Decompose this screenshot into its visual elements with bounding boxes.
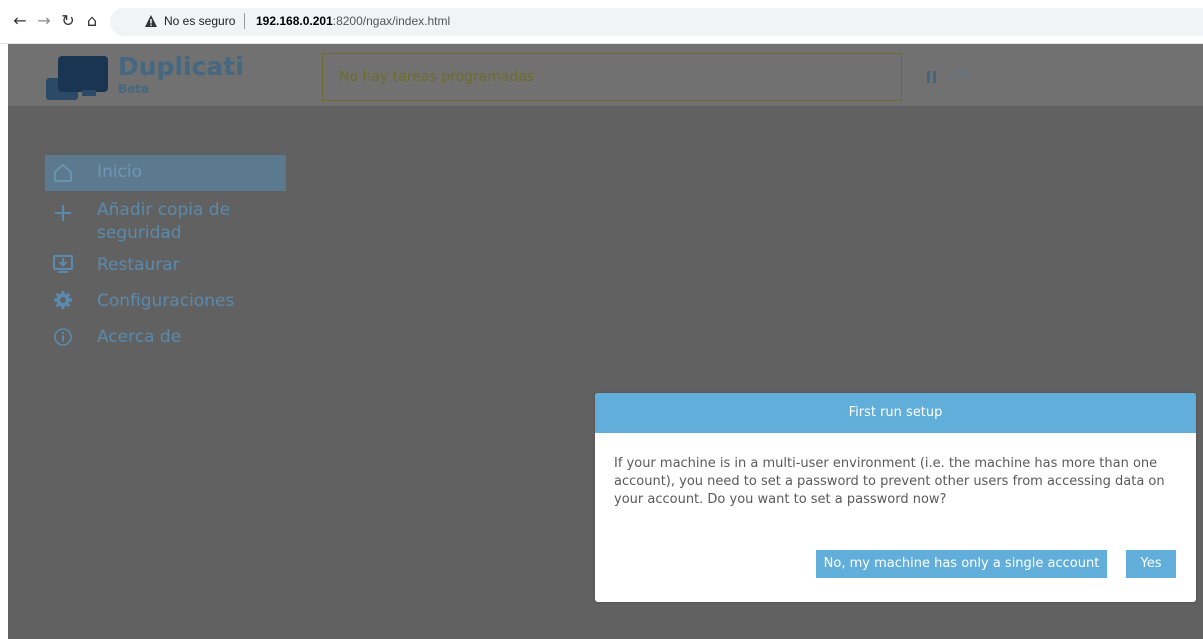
security-label: No es seguro [164,14,236,28]
brand-name: Duplicati [118,52,244,81]
sidebar-item-about[interactable]: Acerca de [45,320,286,356]
yes-button[interactable]: Yes [1126,550,1176,578]
address-bar[interactable]: No es seguro 192.168.0.201:8200/ngax/ind… [110,8,1203,36]
duplicati-logo[interactable] [46,54,112,100]
sidebar-item-label: Inicio [97,162,142,182]
browser-toolbar: ← → ↻ ⌂ No es seguro 192.168.0.201:8200/… [0,0,1203,44]
app-window: Duplicati Beta No hay tareas programadas… [8,44,1203,639]
throttle-icon[interactable] [950,68,972,82]
forward-arrow-icon[interactable]: → [34,11,54,31]
sidebar-item-label: Restaurar [97,255,180,275]
plus-icon [55,205,71,221]
dialog-title: First run setup [595,393,1196,433]
info-icon [54,328,72,346]
sidebar-item-settings[interactable]: Configuraciones [45,284,286,320]
single-account-button[interactable]: No, my machine has only a single account [816,550,1107,578]
gear-icon [54,291,72,309]
sidebar-item-label: Añadir copia de seguridad [97,200,231,243]
back-arrow-icon[interactable]: ← [10,11,30,31]
sidebar-item-label: Configuraciones [97,291,235,311]
status-text: No hay tareas programadas [339,69,535,85]
first-run-dialog: First run setup If your machine is in a … [595,393,1196,602]
status-box: No hay tareas programadas [322,53,902,101]
restore-icon [53,255,73,273]
url-host: 192.168.0.201 [256,14,333,28]
reload-icon[interactable]: ↻ [58,11,78,31]
dialog-message: If your machine is in a multi-user envir… [614,456,1165,507]
url-path: :8200/ngax/index.html [332,14,451,28]
pause-icon[interactable] [926,70,938,84]
home-button-icon[interactable]: ⌂ [82,11,102,31]
sidebar-item-inicio[interactable]: Inicio [45,155,286,191]
brand-subtitle: Beta [118,82,150,96]
sidebar-item-label: Acerca de [97,327,182,347]
warning-icon [145,15,157,27]
sidebar-item-add-backup[interactable]: Añadir copia de seguridad [45,191,245,248]
sidebar-item-restore[interactable]: Restaurar [45,248,286,284]
home-icon [54,164,72,182]
url-text: 192.168.0.201:8200/ngax/index.html [256,14,450,28]
url-divider [244,13,245,29]
app-header: Duplicati Beta No hay tareas programadas [8,44,1203,106]
sidebar-nav: Inicio Añadir copia de seguridad Restaur… [45,155,286,356]
